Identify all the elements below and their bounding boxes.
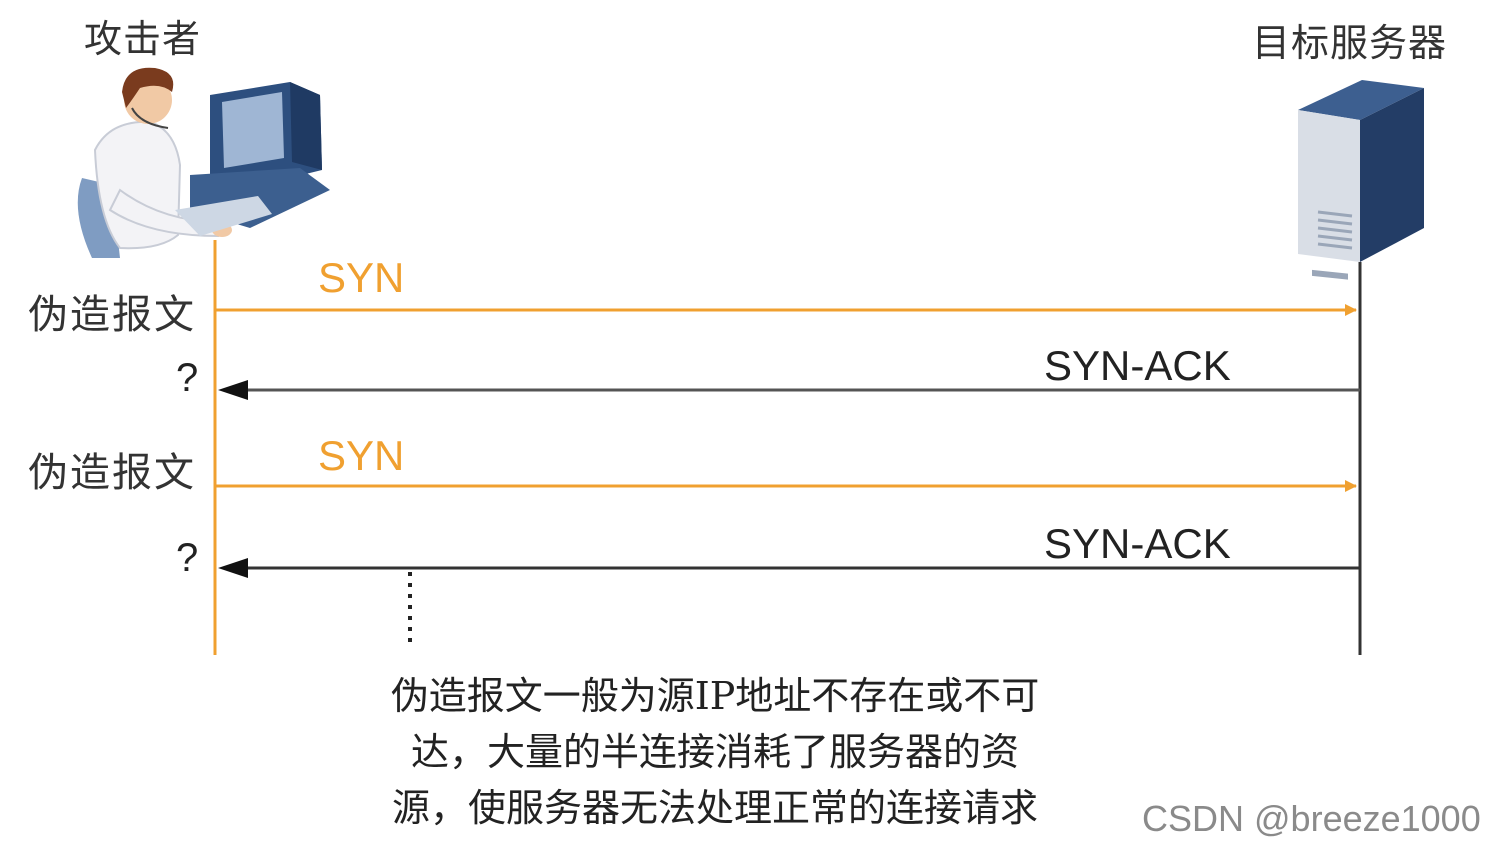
syn-ack-arrowhead-1 <box>218 380 248 400</box>
server-label: 目标服务器 <box>1252 21 1448 65</box>
forged-packet-label-2: 伪造报文 <box>28 450 196 496</box>
person-at-computer-icon <box>77 67 330 258</box>
watermark: CSDN @breeze1000 <box>1142 798 1481 839</box>
note-line: 源，使服务器无法处理正常的连接请求 <box>391 786 1038 830</box>
unknown-source-label-2: ? <box>176 536 199 580</box>
syn-label-2: SYN <box>318 432 405 479</box>
attacker-label: 攻击者 <box>84 17 202 61</box>
syn-ack-label-2: SYN-ACK <box>1044 520 1231 567</box>
server-tower-icon <box>1298 80 1424 280</box>
syn-ack-label-1: SYN-ACK <box>1044 342 1231 389</box>
forged-packet-label-1: 伪造报文 <box>28 292 196 338</box>
note-line: 达，大量的半连接消耗了服务器的资 <box>410 730 1019 774</box>
syn-ack-arrowhead-2 <box>218 558 248 578</box>
syn-label-1: SYN <box>318 254 405 301</box>
note-line: 伪造报文一般为源IP地址不存在或不可 <box>390 674 1040 718</box>
unknown-source-label-1: ? <box>176 356 199 400</box>
explanation-note: 伪造报文一般为源IP地址不存在或不可 达，大量的半连接消耗了服务器的资 源，使服… <box>335 668 1095 836</box>
